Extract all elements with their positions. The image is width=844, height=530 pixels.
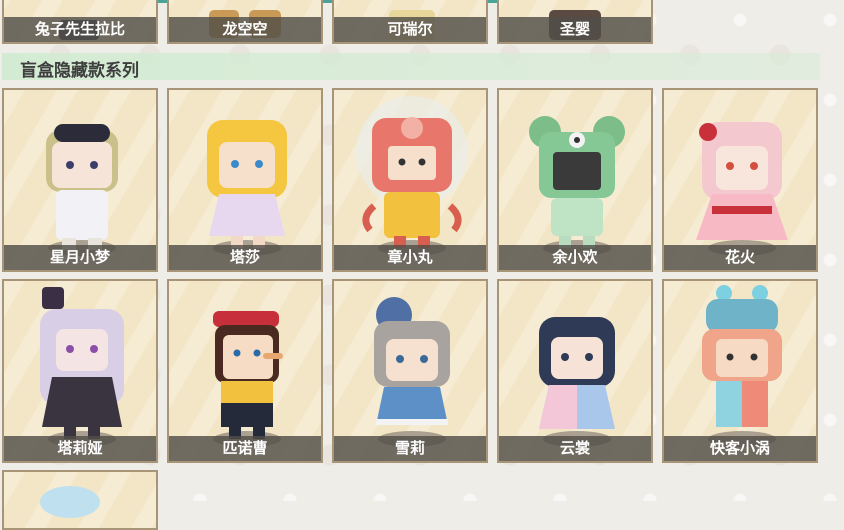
character-card[interactable]: 塔莉娅 <box>2 279 158 463</box>
card-label: 兔子先生拉比 <box>4 17 156 42</box>
card-label: 龙空空 <box>169 17 321 42</box>
character-card[interactable]: 兔子先生拉比 <box>2 0 158 44</box>
character-card[interactable]: 雪莉 <box>332 279 488 463</box>
character-card[interactable]: 章小丸 <box>332 88 488 272</box>
character-card[interactable]: 云裳 <box>497 279 653 463</box>
character-partial-icon <box>40 486 100 518</box>
character-card[interactable]: 匹诺曹 <box>167 279 323 463</box>
character-card[interactable]: 可瑞尔 <box>332 0 488 44</box>
card-label: 塔莎 <box>169 245 321 270</box>
card-label: 匹诺曹 <box>169 436 321 461</box>
card-label: 快客小涡 <box>664 436 816 461</box>
section-header: 盲盒隐藏款系列 <box>2 53 820 81</box>
character-card[interactable]: 龙空空 <box>167 0 323 44</box>
card-label: 花火 <box>664 245 816 270</box>
character-card[interactable]: 塔莎 <box>167 88 323 272</box>
card-label: 圣婴 <box>499 17 651 42</box>
card-label: 塔莉娅 <box>4 436 156 461</box>
character-card[interactable]: 花火 <box>662 88 818 272</box>
character-card[interactable]: 余小欢 <box>497 88 653 272</box>
card-label: 章小丸 <box>334 245 486 270</box>
card-label: 星月小梦 <box>4 245 156 270</box>
card-label: 可瑞尔 <box>334 17 486 42</box>
card-label: 云裳 <box>499 436 651 461</box>
character-card[interactable]: 圣婴 <box>497 0 653 44</box>
character-card[interactable]: 快客小涡 <box>662 279 818 463</box>
character-card[interactable]: 星月小梦 <box>2 88 158 272</box>
character-card[interactable] <box>2 470 158 530</box>
section-title: 盲盒隐藏款系列 <box>20 61 139 81</box>
card-label: 雪莉 <box>334 436 486 461</box>
card-label: 余小欢 <box>499 245 651 270</box>
